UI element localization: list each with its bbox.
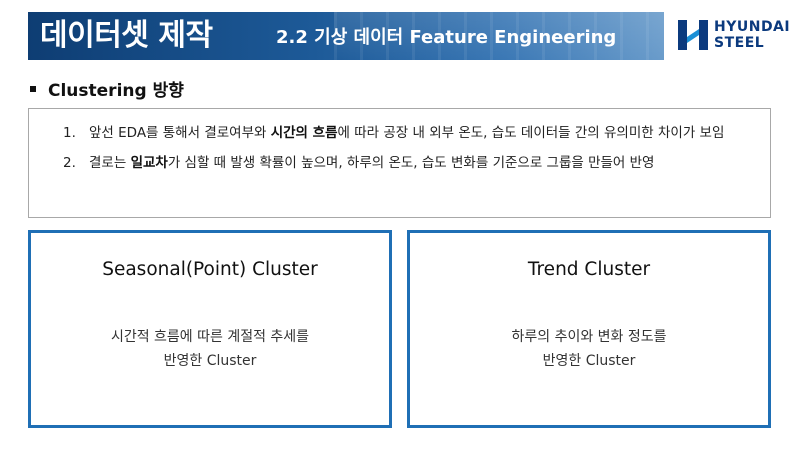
list-item: 2. 결로는 일교차가 심할 때 발생 확률이 높으며, 하루의 온도, 습도 … bbox=[63, 153, 753, 173]
card-description-line: 반영한 Cluster bbox=[542, 353, 636, 369]
list-item-text: 앞선 EDA를 통해서 결로여부와 bbox=[89, 125, 271, 141]
summary-list: 1. 앞선 EDA를 통해서 결로여부와 시간의 흐름에 따라 공장 내 외부 … bbox=[63, 123, 753, 173]
header-banner: 데이터셋 제작 2.2 기상 데이터 Feature Engineering bbox=[28, 12, 664, 60]
section-heading-text: Clustering 방향 bbox=[48, 81, 184, 101]
page-subtitle: 2.2 기상 데이터 Feature Engineering bbox=[276, 27, 617, 48]
section-heading: Clustering 방향 bbox=[30, 76, 184, 101]
card-title: Trend Cluster bbox=[527, 259, 651, 280]
list-item-text: 가 심할 때 발생 확률이 높으며, 하루의 온도, 습도 변화를 기준으로 그… bbox=[167, 155, 655, 171]
list-item-text: 에 따라 공장 내 외부 온도, 습도 데이터들 간의 유의미한 차이가 보임 bbox=[337, 125, 725, 141]
list-item-number: 2. bbox=[63, 155, 76, 171]
hyundai-steel-logo: HYUNDAI STEEL bbox=[676, 18, 790, 54]
square-bullet-icon bbox=[30, 86, 36, 92]
list-item-number: 1. bbox=[63, 125, 76, 141]
card-title: Seasonal(Point) Cluster bbox=[102, 259, 318, 280]
trend-cluster-card: Trend Cluster 하루의 추이와 변화 정도를 반영한 Cluster bbox=[407, 230, 771, 428]
card-description-line: 하루의 추이와 변화 정도를 bbox=[511, 329, 667, 345]
logo-line-1: HYUNDAI bbox=[714, 19, 791, 35]
logo-line-2: STEEL bbox=[714, 35, 765, 51]
page-title: 데이터셋 제작 bbox=[40, 18, 213, 53]
list-item-text: 결로는 bbox=[89, 155, 131, 171]
card-description-line: 반영한 Cluster bbox=[163, 353, 257, 369]
card-description: 시간적 흐름에 따른 계절적 추세를 반영한 Cluster bbox=[31, 325, 389, 373]
hyundai-steel-logo-icon bbox=[678, 20, 708, 50]
logo-text: HYUNDAI STEEL bbox=[714, 19, 790, 51]
list-item: 1. 앞선 EDA를 통해서 결로여부와 시간의 흐름에 따라 공장 내 외부 … bbox=[63, 123, 753, 143]
list-item-emphasis: 시간의 흐름 bbox=[270, 125, 338, 141]
list-item-emphasis: 일교차 bbox=[130, 155, 168, 171]
summary-box: 1. 앞선 EDA를 통해서 결로여부와 시간의 흐름에 따라 공장 내 외부 … bbox=[28, 108, 771, 218]
seasonal-cluster-card: Seasonal(Point) Cluster 시간적 흐름에 따른 계절적 추… bbox=[28, 230, 392, 428]
card-description-line: 시간적 흐름에 따른 계절적 추세를 bbox=[110, 329, 310, 345]
card-description: 하루의 추이와 변화 정도를 반영한 Cluster bbox=[410, 325, 768, 373]
